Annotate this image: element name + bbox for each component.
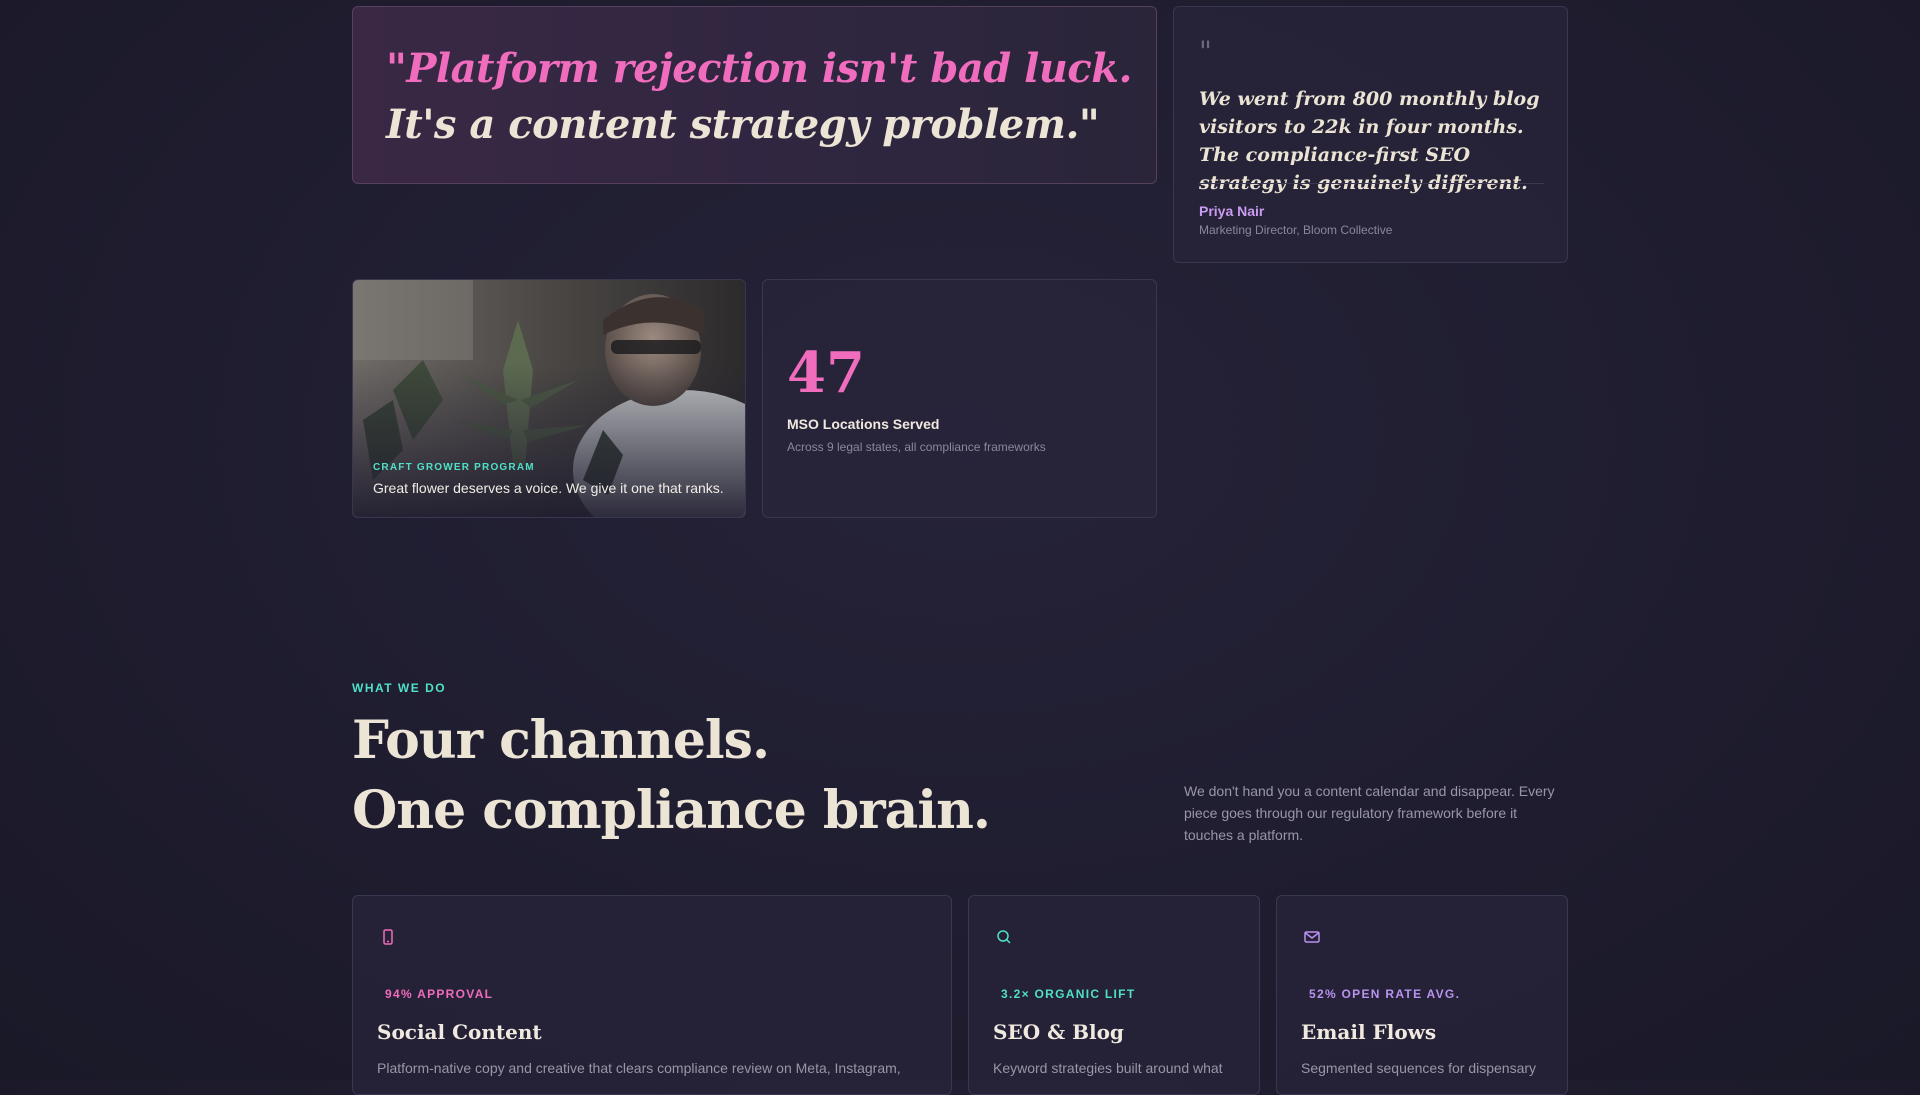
mso-stat-card: 47 MSO Locations Served Across 9 legal s… [762,279,1157,518]
service-metric: 52% OPEN RATE AVG. [1309,987,1461,1001]
service-description: Segmented sequences for dispensary [1301,1060,1537,1076]
quote-mark-icon: " [1199,35,1212,68]
testimonial-author: Priya Nair [1199,203,1265,219]
testimonial-card: " We went from 800 monthly blog visitors… [1173,6,1568,263]
service-metric: 94% APPROVAL [385,987,494,1001]
hero-quote-card: "Platform rejection isn't bad luck. It's… [352,6,1157,184]
service-description: Platform-native copy and creative that c… [377,1060,901,1076]
stat-number: 47 [787,340,865,406]
service-title: Social Content [377,1020,542,1044]
hero-quote-line-1: "Platform rejection isn't bad luck. [386,45,1132,92]
service-title: SEO & Blog [993,1020,1124,1044]
service-card-seo[interactable]: 3.2× ORGANIC LIFT SEO & Blog Keyword str… [968,895,1260,1095]
hero-quote-line-2: It's a content strategy problem." [386,101,1100,148]
mail-icon [1304,931,1320,943]
stat-label: MSO Locations Served [787,416,940,432]
section-headline-line-1: Four channels. [352,710,770,771]
service-description: Keyword strategies built around what [993,1060,1223,1076]
craft-grower-kicker: CRAFT GROWER PROGRAM [373,462,535,473]
phone-icon [383,929,393,945]
stat-sublabel: Across 9 legal states, all compliance fr… [787,440,1046,454]
testimonial-role: Marketing Director, Bloom Collective [1199,223,1393,237]
service-title: Email Flows [1301,1020,1437,1044]
testimonial-divider [1199,183,1544,184]
service-card-social[interactable]: 94% APPROVAL Social Content Platform-nat… [352,895,952,1095]
section-description: We don't hand you a content calendar and… [1184,783,1555,843]
service-card-email[interactable]: 52% OPEN RATE AVG. Email Flows Segmented… [1276,895,1568,1095]
search-icon [997,930,1011,944]
craft-grower-card[interactable]: CRAFT GROWER PROGRAM Great flower deserv… [352,279,746,518]
testimonial-text: We went from 800 monthly blog visitors t… [1199,88,1540,194]
service-metric: 3.2× ORGANIC LIFT [1001,987,1136,1001]
section-eyebrow: WHAT WE DO [352,681,447,695]
craft-grower-caption: Great flower deserves a voice. We give i… [373,480,724,496]
section-headline-line-2: One compliance brain. [352,780,991,841]
